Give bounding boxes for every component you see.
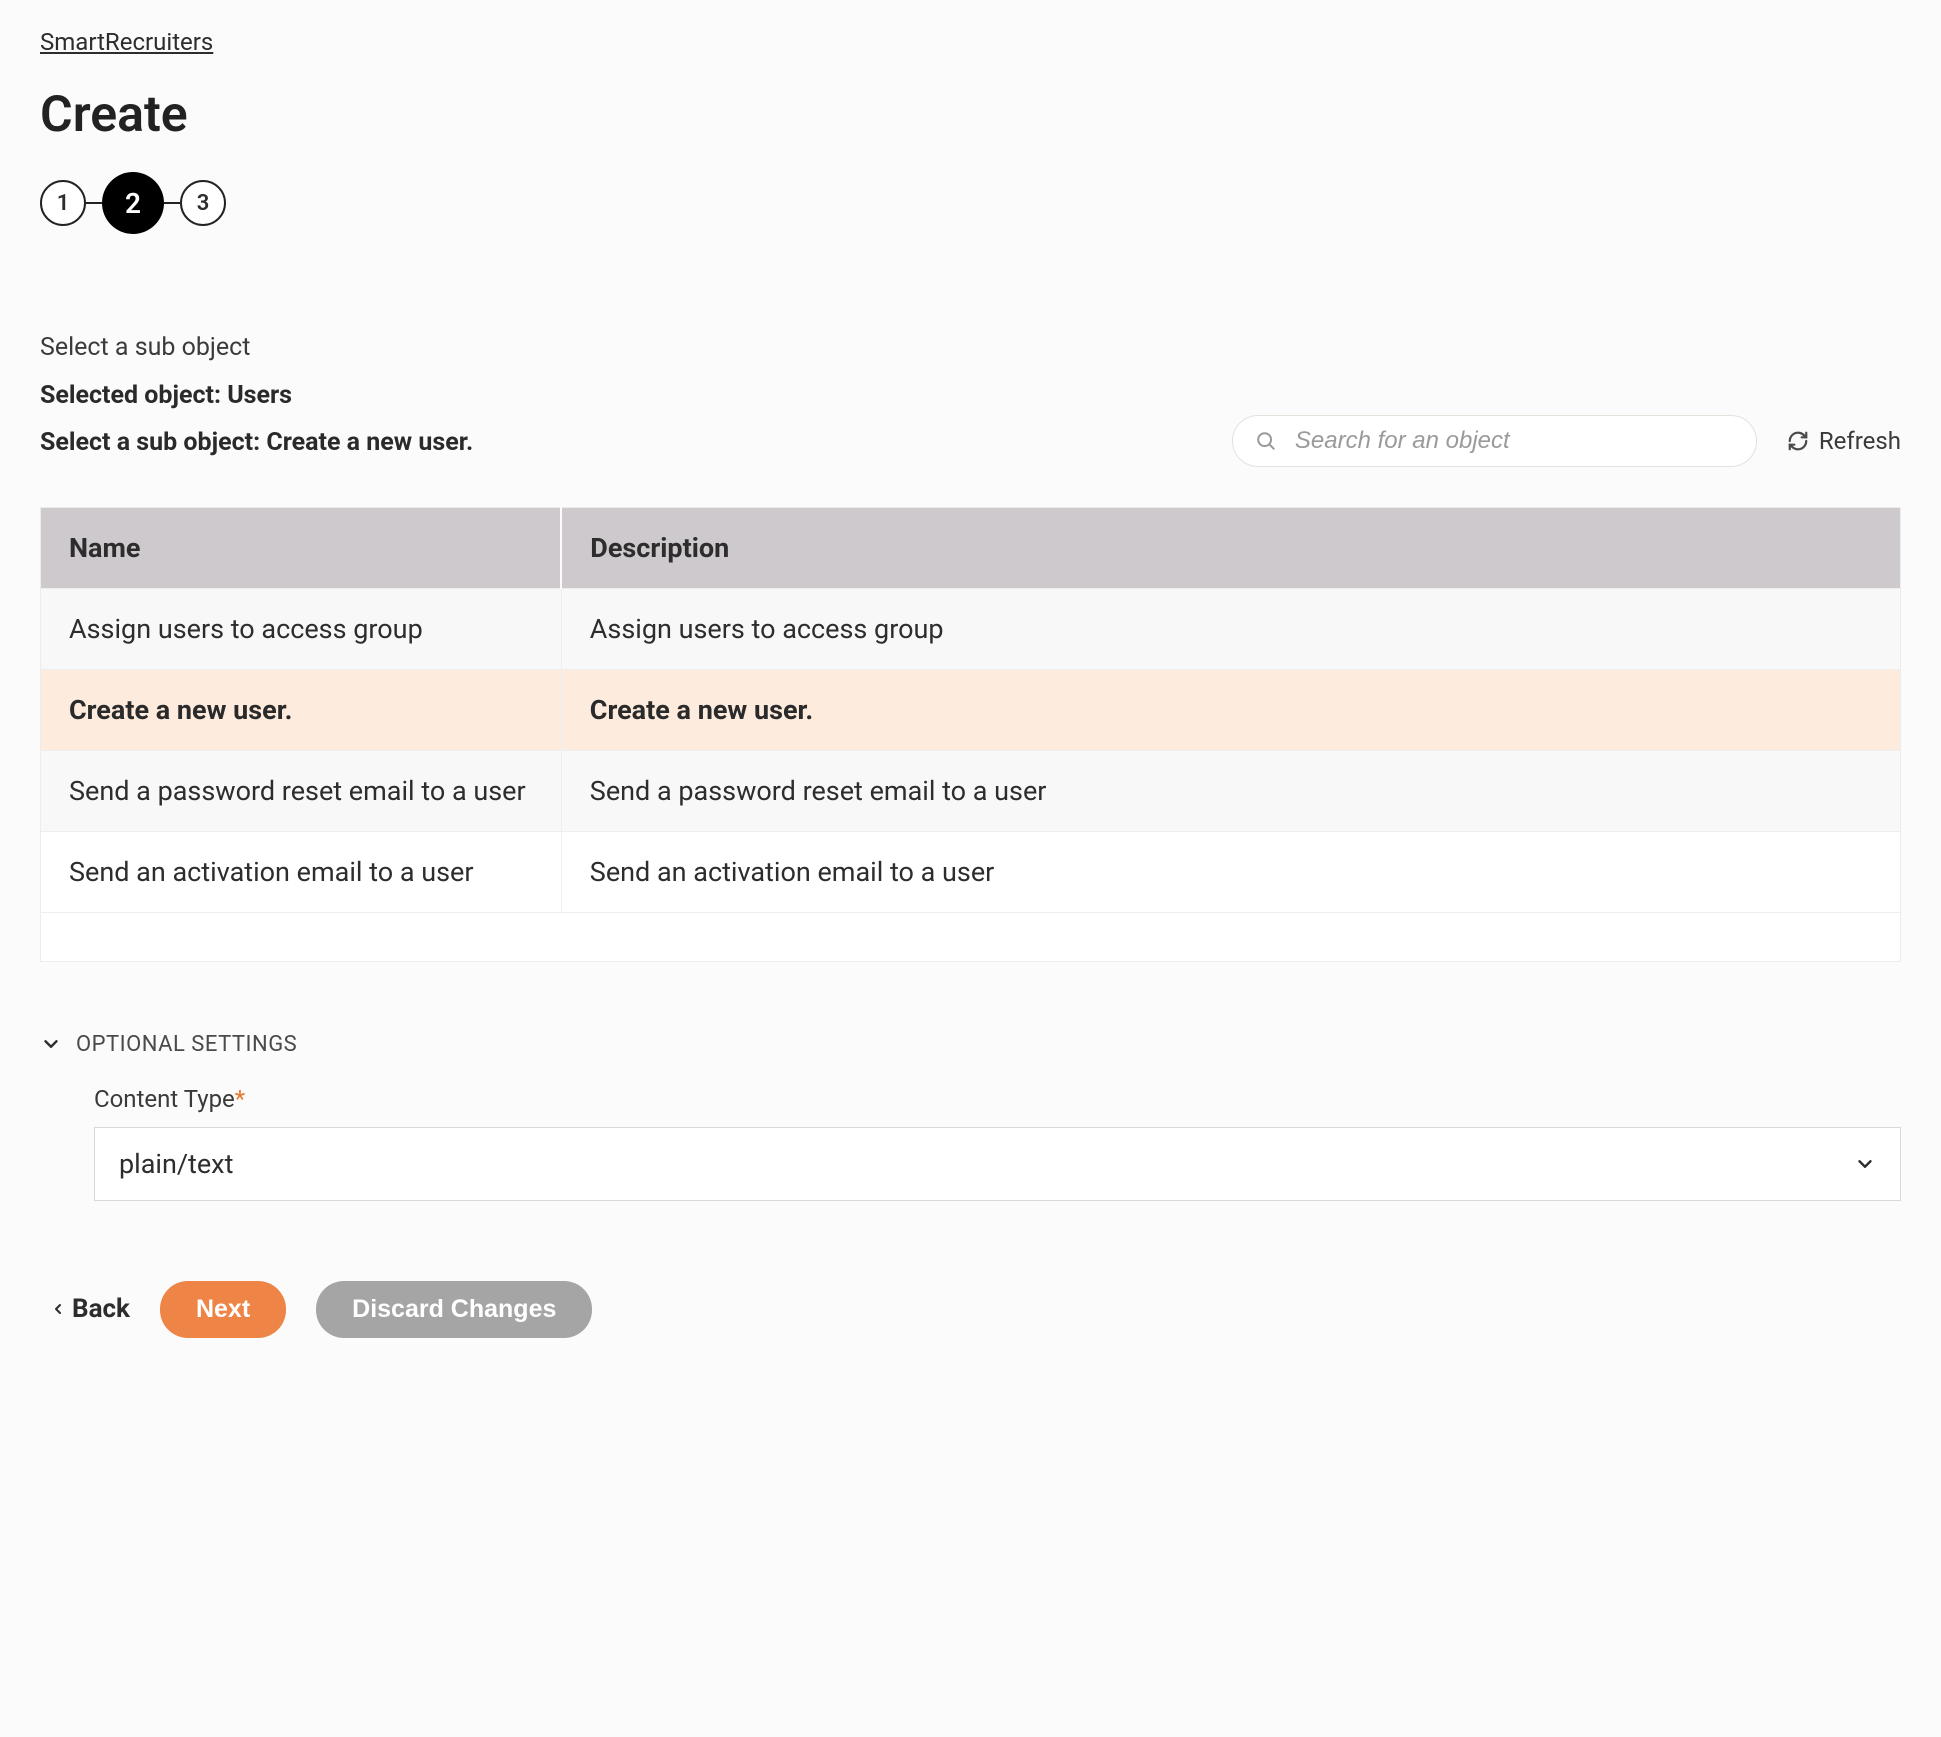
select-sub-hint: Select a sub object bbox=[40, 324, 473, 372]
step-connector bbox=[86, 202, 102, 204]
refresh-label: Refresh bbox=[1819, 427, 1901, 455]
chevron-left-icon bbox=[50, 1301, 66, 1317]
table-row[interactable]: Send a password reset email to a userSen… bbox=[41, 750, 1901, 831]
stepper: 1 2 3 bbox=[40, 172, 1901, 234]
content-type-label: Content Type* bbox=[94, 1085, 1901, 1113]
search-icon bbox=[1255, 430, 1277, 452]
table-row[interactable]: Assign users to access groupAssign users… bbox=[41, 588, 1901, 669]
cell-name: Send an activation email to a user bbox=[41, 831, 562, 912]
chevron-down-icon bbox=[40, 1033, 62, 1055]
selected-object-label: Selected object: Users bbox=[40, 372, 473, 420]
column-header-description[interactable]: Description bbox=[561, 507, 1900, 588]
refresh-button[interactable]: Refresh bbox=[1787, 427, 1901, 455]
sub-object-header: Select a sub object Selected object: Use… bbox=[40, 324, 473, 467]
page-title: Create bbox=[40, 86, 1901, 144]
content-type-value: plain/text bbox=[119, 1148, 233, 1180]
discard-changes-button[interactable]: Discard Changes bbox=[316, 1281, 592, 1338]
breadcrumb-link[interactable]: SmartRecruiters bbox=[40, 28, 213, 56]
cell-description: Send a password reset email to a user bbox=[561, 750, 1900, 831]
table-row[interactable]: Send an activation email to a userSend a… bbox=[41, 831, 1901, 912]
step-1[interactable]: 1 bbox=[40, 180, 86, 226]
cell-description: Create a new user. bbox=[561, 669, 1900, 750]
search-input[interactable] bbox=[1295, 427, 1734, 455]
back-label: Back bbox=[72, 1294, 130, 1324]
cell-name: Create a new user. bbox=[41, 669, 562, 750]
next-button[interactable]: Next bbox=[160, 1281, 286, 1338]
optional-settings-heading: OPTIONAL SETTINGS bbox=[76, 1032, 297, 1057]
cell-description: Send an activation email to a user bbox=[561, 831, 1900, 912]
step-2[interactable]: 2 bbox=[102, 172, 164, 234]
cell-name: Send a password reset email to a user bbox=[41, 750, 562, 831]
required-marker: * bbox=[235, 1085, 245, 1113]
step-3[interactable]: 3 bbox=[180, 180, 226, 226]
content-type-select[interactable]: plain/text bbox=[94, 1127, 1901, 1201]
cell-name: Assign users to access group bbox=[41, 588, 562, 669]
back-button[interactable]: Back bbox=[50, 1294, 130, 1324]
sub-object-table: Name Description Assign users to access … bbox=[40, 507, 1901, 962]
step-connector bbox=[164, 202, 180, 204]
select-sub-object-label: Select a sub object: Create a new user. bbox=[40, 419, 473, 467]
column-header-name[interactable]: Name bbox=[41, 507, 562, 588]
table-footer-spacer bbox=[41, 912, 1901, 961]
table-row[interactable]: Create a new user.Create a new user. bbox=[41, 669, 1901, 750]
cell-description: Assign users to access group bbox=[561, 588, 1900, 669]
search-box[interactable] bbox=[1232, 415, 1757, 467]
refresh-icon bbox=[1787, 430, 1809, 452]
chevron-down-icon bbox=[1854, 1153, 1876, 1175]
optional-settings-toggle[interactable]: OPTIONAL SETTINGS bbox=[40, 1032, 1901, 1057]
